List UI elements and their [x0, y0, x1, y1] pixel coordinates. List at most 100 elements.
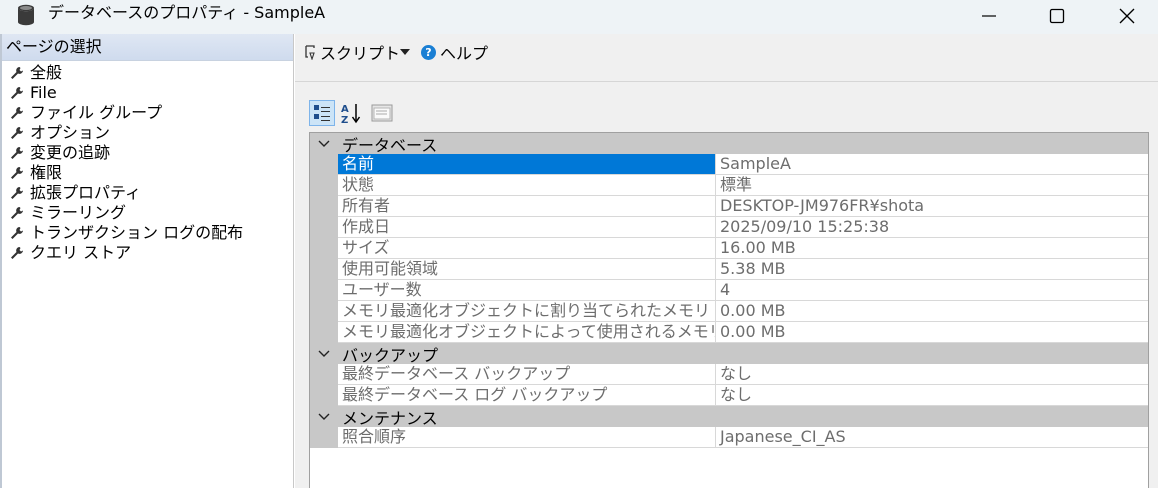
page-item-label: 変更の追跡	[30, 143, 111, 162]
alphabetical-view-button[interactable]: A Z	[338, 100, 364, 126]
property-value: SampleA	[716, 154, 1148, 175]
sort-az-icon: A Z	[341, 104, 361, 124]
property-name: 状態	[338, 175, 716, 196]
page-item-label: ファイル グループ	[30, 103, 163, 122]
property-value: 5.38 MB	[716, 259, 1148, 280]
grid-toolbar: A Z	[309, 100, 398, 126]
property-row-memory-used[interactable]: メモリ最適化オブジェクトによって使用されるメモリ 0.00 MB	[310, 322, 1148, 343]
property-name: サイズ	[338, 238, 716, 259]
help-label: ヘルプ	[440, 44, 489, 63]
property-pages-button[interactable]	[369, 100, 395, 126]
wrench-icon	[11, 67, 23, 79]
help-button[interactable]: ? ヘルプ	[421, 42, 489, 63]
property-pages-icon	[371, 104, 393, 122]
database-icon	[18, 4, 34, 26]
page-item-change-tracking[interactable]: 変更の追跡	[2, 143, 293, 163]
page-item-query-store[interactable]: クエリ ストア	[2, 243, 293, 263]
page-item-label: 拡張プロパティ	[30, 183, 142, 202]
property-row-user-count[interactable]: ユーザー数 4	[310, 280, 1148, 301]
script-icon	[305, 45, 315, 60]
svg-text:Z: Z	[341, 115, 348, 124]
script-label: スクリプト	[320, 44, 401, 63]
category-backup[interactable]: バックアップ	[310, 343, 1148, 365]
property-row-memory-allocated[interactable]: メモリ最適化オブジェクトに割り当てられたメモリ 0.00 MB	[310, 301, 1148, 322]
property-value: 2025/09/10 15:25:38	[716, 217, 1148, 238]
property-value: 0.00 MB	[716, 301, 1148, 322]
property-name: 照合順序	[338, 427, 716, 448]
property-row-space-available[interactable]: 使用可能領域 5.38 MB	[310, 259, 1148, 280]
property-row-collation[interactable]: 照合順序 Japanese_CI_AS	[310, 427, 1148, 448]
property-value: 4	[716, 280, 1148, 301]
page-item-file[interactable]: File	[2, 83, 293, 103]
category-label: バックアップ	[342, 345, 439, 365]
page-item-label: 全般	[30, 63, 63, 82]
property-row-last-backup[interactable]: 最終データベース バックアップ なし	[310, 364, 1148, 385]
page-item-label: ミラーリング	[30, 203, 127, 222]
wrench-icon	[11, 107, 23, 119]
svg-text:A: A	[341, 104, 349, 115]
close-button[interactable]	[1104, 0, 1150, 32]
wrench-icon	[11, 127, 23, 139]
property-grid: データベース 名前 SampleA 状態 標準 所有者 DESKTOP-JM976FR…	[309, 132, 1149, 488]
title-bar: データベースのプロパティ - SampleA	[0, 0, 1158, 34]
category-label: メンテナンス	[342, 408, 438, 428]
category-maintenance[interactable]: メンテナンス	[310, 406, 1148, 428]
wrench-icon	[11, 187, 23, 199]
page-item-label: トランザクション ログの配布	[30, 223, 244, 242]
toolbar: スクリプト ? ヘルプ	[295, 34, 1158, 82]
property-value: 標準	[716, 175, 1148, 196]
property-row-size[interactable]: サイズ 16.00 MB	[310, 238, 1148, 259]
chevron-down-icon[interactable]	[310, 406, 338, 427]
page-item-label: オプション	[30, 123, 111, 142]
property-name: 最終データベース バックアップ	[338, 364, 716, 385]
close-icon	[1119, 8, 1135, 24]
wrench-icon	[11, 147, 23, 159]
property-value: Japanese_CI_AS	[716, 427, 1148, 448]
page-item-label: 権限	[30, 163, 63, 182]
chevron-down-icon[interactable]	[310, 343, 338, 364]
page-item-label: File	[30, 83, 57, 102]
properties-pane: スクリプト ? ヘルプ A Z データベース 名前 SampleA 状態 標準 …	[295, 34, 1158, 488]
property-name: 作成日	[338, 217, 716, 238]
property-value: 16.00 MB	[716, 238, 1148, 259]
script-dropdown[interactable]	[398, 42, 412, 62]
property-row-owner[interactable]: 所有者 DESKTOP-JM976FR¥shota	[310, 196, 1148, 217]
page-item-permissions[interactable]: 権限	[2, 163, 293, 183]
property-name: メモリ最適化オブジェクトに割り当てられたメモリ	[338, 301, 716, 322]
property-row-name[interactable]: 名前 SampleA	[310, 154, 1148, 175]
wrench-icon	[11, 227, 23, 239]
page-item-log-shipping[interactable]: トランザクション ログの配布	[2, 223, 293, 243]
property-name: 名前	[338, 154, 716, 175]
categorized-view-button[interactable]	[309, 100, 335, 126]
page-item-extended-properties[interactable]: 拡張プロパティ	[2, 183, 293, 203]
category-label: データベース	[342, 135, 438, 155]
property-row-last-log-backup[interactable]: 最終データベース ログ バックアップ なし	[310, 385, 1148, 406]
maximize-button[interactable]	[1034, 0, 1080, 32]
help-icon: ?	[421, 44, 436, 60]
property-row-status[interactable]: 状態 標準	[310, 175, 1148, 196]
category-database[interactable]: データベース	[310, 133, 1148, 155]
property-value: なし	[716, 364, 1148, 385]
page-item-mirroring[interactable]: ミラーリング	[2, 203, 293, 223]
page-item-filegroup[interactable]: ファイル グループ	[2, 103, 293, 123]
property-value: 0.00 MB	[716, 322, 1148, 343]
wrench-icon	[11, 87, 23, 99]
caret-down-icon	[400, 49, 410, 55]
page-item-general[interactable]: 全般	[2, 63, 293, 83]
page-selector-pane: ページの選択 全般 File ファイル グループ オプション 変更の追跡 権限 …	[0, 34, 294, 488]
property-value: DESKTOP-JM976FR¥shota	[716, 196, 1148, 217]
page-list: 全般 File ファイル グループ オプション 変更の追跡 権限 拡張プロパティ…	[2, 61, 293, 263]
wrench-icon	[11, 207, 23, 219]
property-name: 最終データベース ログ バックアップ	[338, 385, 716, 406]
minimize-icon	[982, 15, 996, 17]
property-name: 使用可能領域	[338, 259, 716, 280]
chevron-down-icon[interactable]	[310, 133, 338, 154]
minimize-button[interactable]	[966, 0, 1012, 32]
script-button[interactable]: スクリプト	[303, 42, 401, 63]
property-name: 所有者	[338, 196, 716, 217]
page-item-options[interactable]: オプション	[2, 123, 293, 143]
property-name: メモリ最適化オブジェクトによって使用されるメモリ	[338, 322, 716, 343]
wrench-icon	[11, 247, 23, 259]
categorized-icon	[314, 105, 330, 121]
property-row-created[interactable]: 作成日 2025/09/10 15:25:38	[310, 217, 1148, 238]
